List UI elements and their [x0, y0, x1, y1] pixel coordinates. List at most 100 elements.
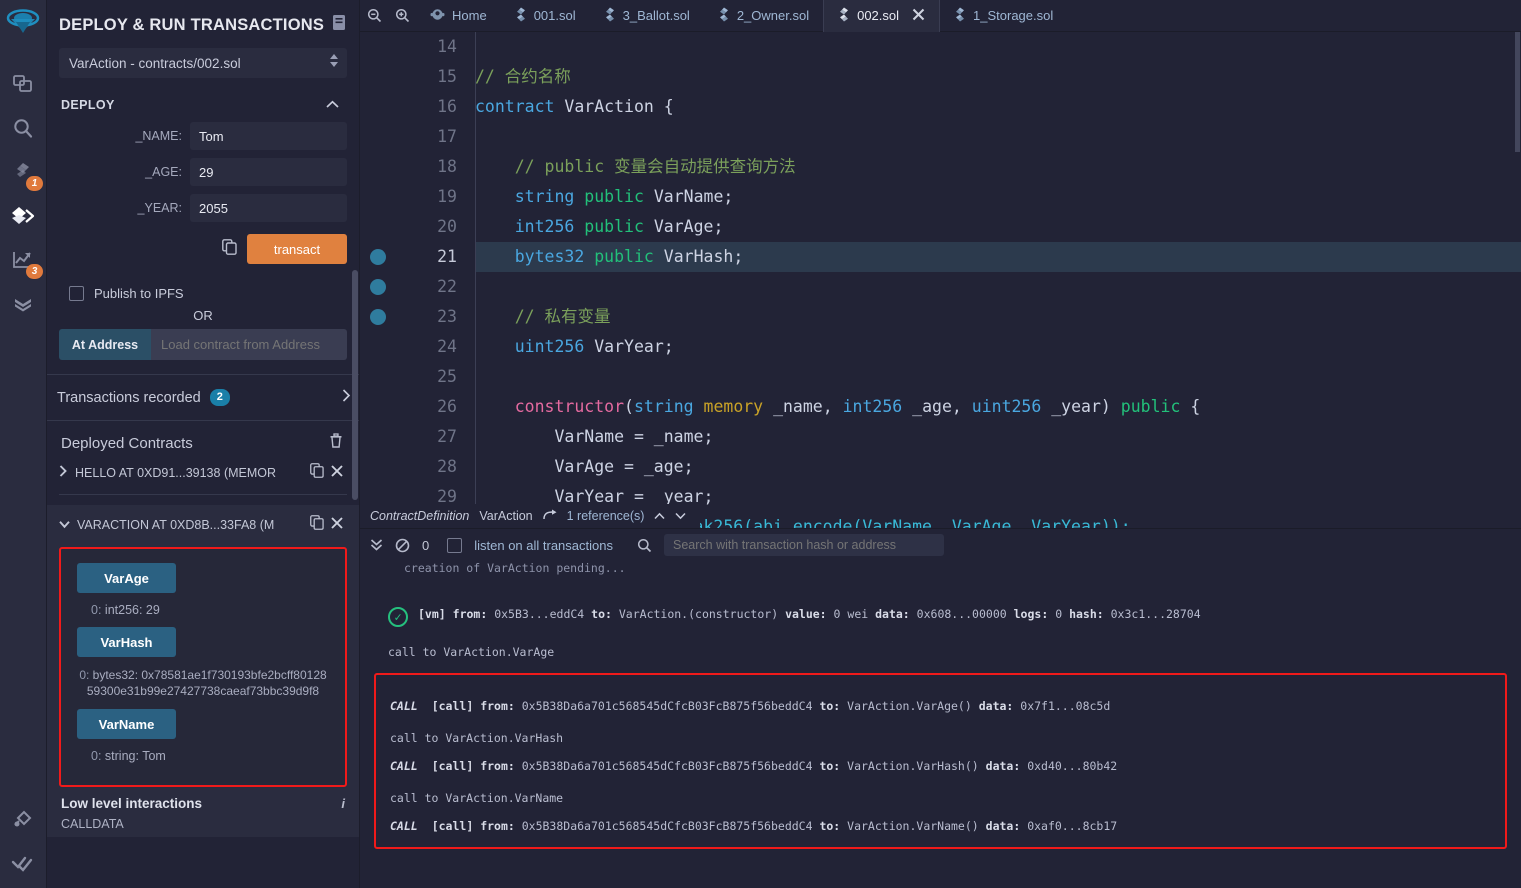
name-input[interactable]: [190, 122, 347, 150]
copy-icon[interactable]: [222, 238, 237, 260]
copy-icon[interactable]: [310, 463, 324, 483]
line-number[interactable]: 16: [360, 92, 475, 122]
line-number-gutter[interactable]: 1415161718192021222324252627282930: [360, 32, 475, 528]
breakpoint-marker[interactable]: [370, 279, 386, 295]
terminal-search-input[interactable]: [663, 534, 944, 556]
copy-icon[interactable]: [310, 515, 324, 535]
editor-scrollbar[interactable]: [1515, 32, 1520, 152]
code-line[interactable]: bytes32 public VarHash;: [475, 242, 1521, 272]
publish-ipfs-checkbox[interactable]: [69, 286, 84, 301]
line-number[interactable]: 19: [360, 182, 475, 212]
transact-button[interactable]: transact: [247, 234, 347, 264]
trash-icon[interactable]: [329, 433, 343, 453]
sidebar-item-file-explorer[interactable]: [1, 62, 45, 106]
close-icon[interactable]: [331, 516, 343, 534]
settings-icon[interactable]: [0, 842, 44, 886]
code-line[interactable]: // public 变量会自动提供查询方法: [475, 152, 1521, 182]
breakpoint-marker[interactable]: [370, 249, 386, 265]
terminal-call-line[interactable]: CALL [call] from: 0x5B38Da6a701c568545dCf…: [390, 699, 1491, 713]
code-line[interactable]: [475, 362, 1521, 392]
terminal-transaction-row[interactable]: ✓ [vm] from: 0x5B3...eddC4 to: VarAction…: [374, 607, 1507, 627]
tab-002-sol[interactable]: 002.sol: [824, 0, 940, 32]
terminal-log[interactable]: creation of VarAction pending... ✓ [vm] …: [360, 561, 1521, 888]
code-line[interactable]: uint256 VarYear;: [475, 332, 1521, 362]
tab-001-sol[interactable]: 001.sol: [501, 0, 590, 32]
stepper-icon[interactable]: [330, 54, 338, 67]
close-icon[interactable]: [331, 464, 343, 482]
line-number[interactable]: 22: [360, 272, 475, 302]
line-number[interactable]: 14: [360, 32, 475, 62]
sidebar-item-search[interactable]: [1, 106, 45, 150]
tab-1-storage-sol[interactable]: 1_Storage.sol: [940, 0, 1067, 32]
sidebar-item-deploy-run[interactable]: [1, 194, 45, 238]
sidebar-item-debugger[interactable]: [1, 282, 45, 326]
search-icon[interactable]: [637, 538, 652, 553]
year-input[interactable]: [190, 194, 347, 222]
line-number[interactable]: 24: [360, 332, 475, 362]
code-editor[interactable]: 1415161718192021222324252627282930 // 合约…: [360, 32, 1521, 528]
terminal-call-line[interactable]: CALL [call] from: 0x5B38Da6a701c568545dCf…: [390, 759, 1491, 773]
tab-3-ballot-sol[interactable]: 3_Ballot.sol: [590, 0, 704, 32]
code-line[interactable]: // 私有变量: [475, 302, 1521, 332]
contract-select[interactable]: VarAction - contracts/002.sol: [59, 48, 347, 78]
chevron-down-icon[interactable]: [675, 509, 686, 523]
varage-button[interactable]: VarAge: [77, 563, 176, 593]
chevron-double-down-icon[interactable]: [370, 538, 383, 552]
code-line[interactable]: constructor(string memory _name, int256 …: [475, 392, 1521, 422]
zoom-in-icon[interactable]: [388, 0, 416, 32]
deploy-section-header[interactable]: DEPLOY: [59, 94, 347, 122]
at-address-button[interactable]: At Address: [59, 329, 151, 360]
code-content[interactable]: // 合约名称 contract VarAction { // public 变量…: [475, 32, 1521, 528]
tab-home[interactable]: Home: [416, 0, 501, 32]
code-line[interactable]: [475, 272, 1521, 302]
terminal-call-line[interactable]: CALL [call] from: 0x5B38Da6a701c568545dCf…: [390, 819, 1491, 833]
line-number[interactable]: 28: [360, 452, 475, 482]
code-line[interactable]: VarName = _name;: [475, 422, 1521, 452]
code-line[interactable]: VarAge = _age;: [475, 452, 1521, 482]
chevron-right-icon[interactable]: [59, 464, 68, 482]
line-number[interactable]: 23: [360, 302, 475, 332]
sidebar-item-analysis[interactable]: 3: [1, 238, 45, 282]
code-line[interactable]: [475, 122, 1521, 152]
panel-scrollbar[interactable]: [352, 270, 358, 500]
code-line[interactable]: [475, 32, 1521, 62]
contract-header-row[interactable]: VARACTION AT 0XD8B...33FA8 (M: [59, 511, 347, 539]
close-icon[interactable]: [912, 8, 925, 24]
ban-icon[interactable]: [395, 538, 410, 553]
code-line[interactable]: contract VarAction {: [475, 92, 1521, 122]
code-line[interactable]: // 合约名称: [475, 62, 1521, 92]
line-number[interactable]: 18: [360, 152, 475, 182]
tab-2-owner-sol[interactable]: 2_Owner.sol: [704, 0, 823, 32]
chevron-down-icon[interactable]: [59, 516, 70, 534]
remix-logo-icon[interactable]: [3, 6, 43, 46]
line-number[interactable]: 21: [360, 242, 475, 272]
document-icon[interactable]: [331, 14, 347, 36]
breakpoint-marker[interactable]: [370, 309, 386, 325]
chevron-up-icon[interactable]: [326, 96, 339, 114]
varname-button[interactable]: VarName: [77, 709, 176, 740]
plugin-manager-icon[interactable]: [0, 798, 44, 842]
codelens-references[interactable]: 1 reference(s): [567, 509, 645, 523]
varhash-button[interactable]: VarHash: [77, 627, 176, 657]
zoom-out-icon[interactable]: [360, 0, 388, 32]
line-number[interactable]: 20: [360, 212, 475, 242]
code-line[interactable]: string public VarName;: [475, 182, 1521, 212]
chevron-right-icon[interactable]: [342, 388, 351, 407]
line-number[interactable]: 27: [360, 422, 475, 452]
at-address-input[interactable]: [151, 329, 347, 360]
code-line[interactable]: int256 public VarAge;: [475, 212, 1521, 242]
line-number[interactable]: 15: [360, 62, 475, 92]
publish-ipfs-row[interactable]: Publish to IPFS: [59, 286, 347, 301]
line-number[interactable]: 25: [360, 362, 475, 392]
listen-all-checkbox[interactable]: [447, 537, 463, 553]
goto-reference-icon[interactable]: [542, 509, 557, 524]
sidebar-item-solidity-compiler[interactable]: 1: [1, 150, 45, 194]
code-lens[interactable]: ContractDefinition VarAction 1 reference…: [370, 504, 701, 528]
age-input[interactable]: [190, 158, 347, 186]
line-number[interactable]: 26: [360, 392, 475, 422]
transactions-recorded-row[interactable]: Transactions recorded 2: [47, 374, 359, 421]
deployed-contract-hello[interactable]: HELLO AT 0XD91...39138 (MEMOR: [59, 459, 347, 487]
chevron-up-icon[interactable]: [654, 509, 665, 523]
line-number[interactable]: 17: [360, 122, 475, 152]
info-icon[interactable]: i: [341, 796, 345, 811]
